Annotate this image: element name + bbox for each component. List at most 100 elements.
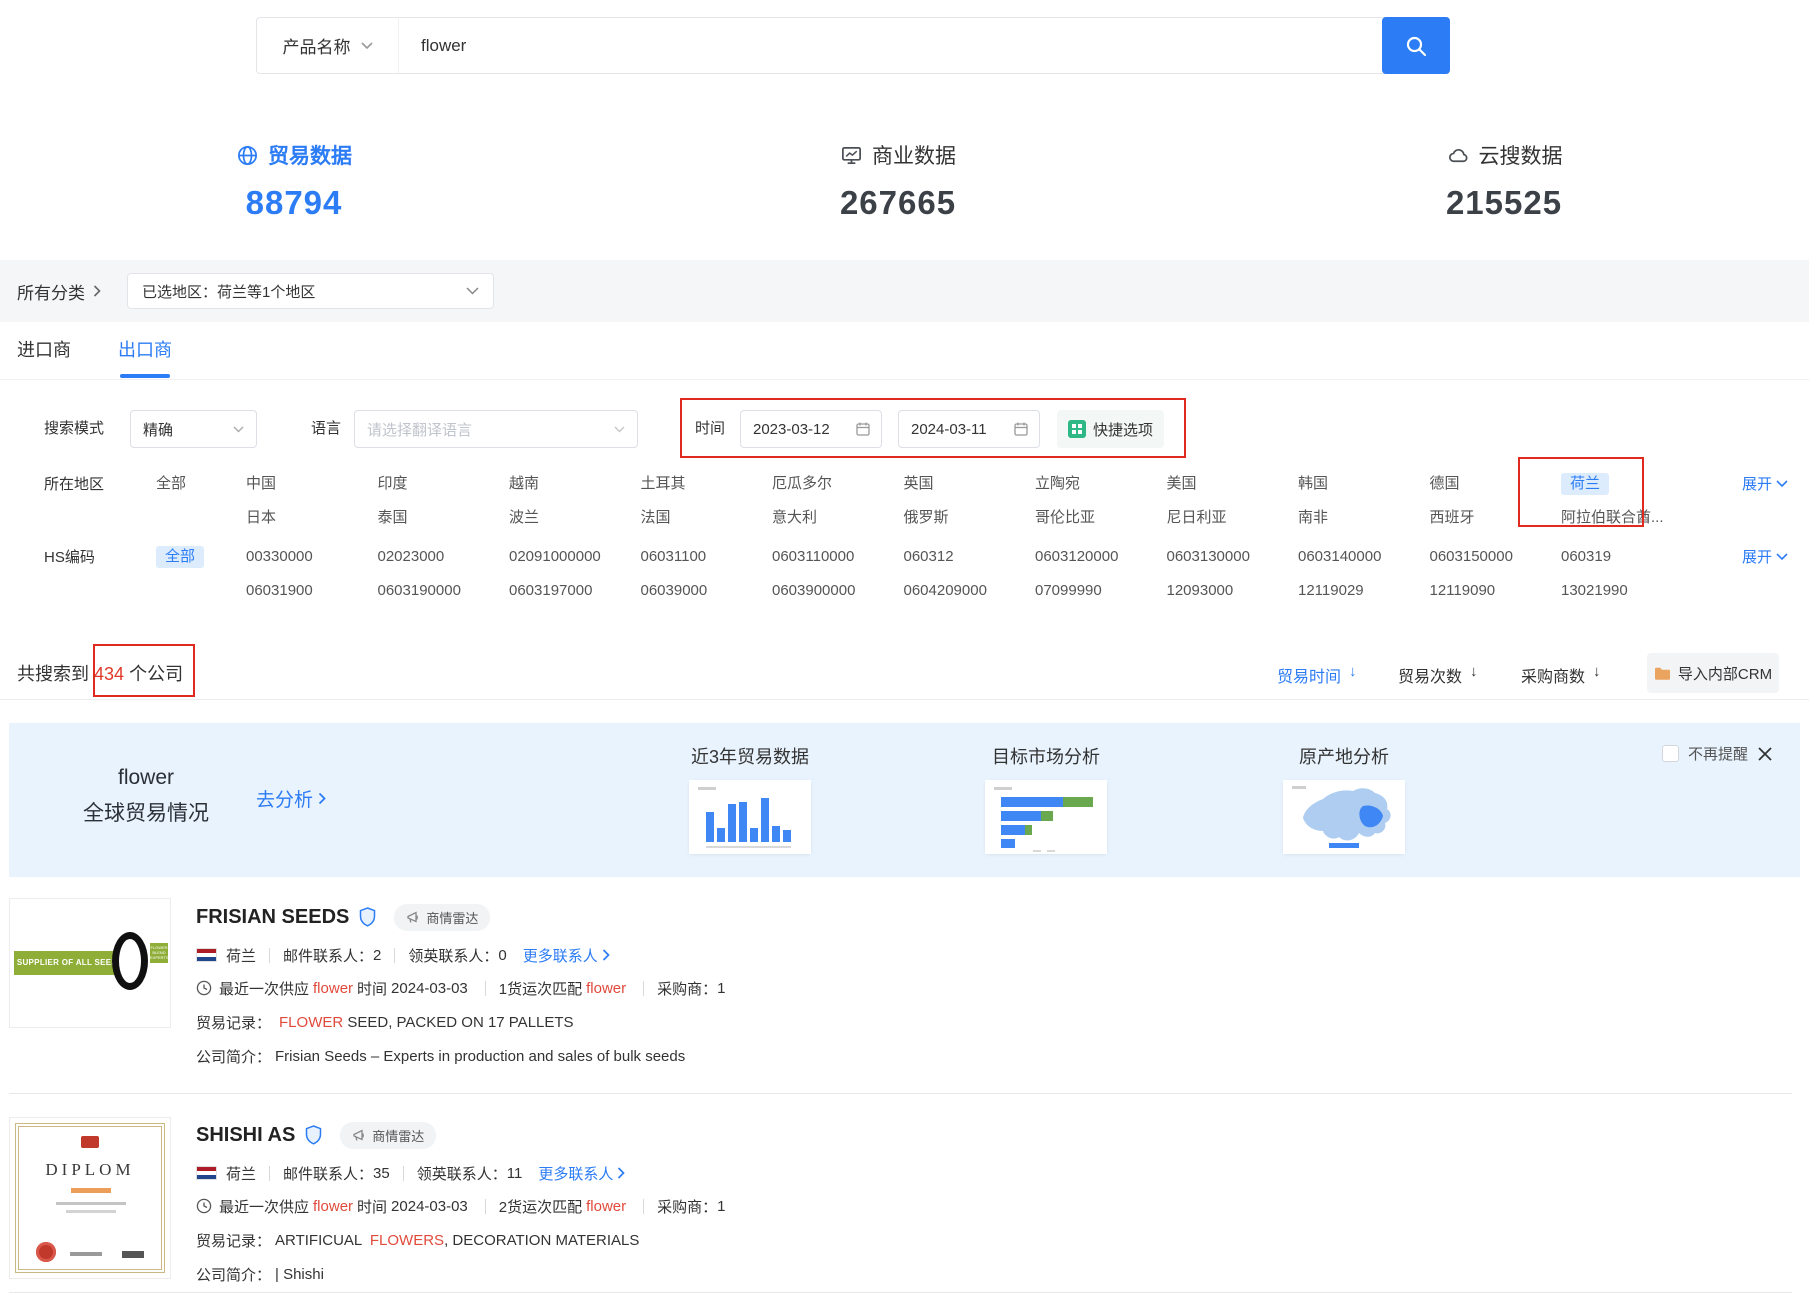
region-option[interactable]: 波兰 [509, 507, 641, 529]
search-button[interactable] [1382, 17, 1450, 74]
breadcrumb-all-categories[interactable]: 所有分类 [17, 279, 101, 304]
hscode-option[interactable]: 13021990 [1561, 580, 1693, 602]
company-name[interactable]: SHISHI AS [196, 1124, 295, 1147]
hscode-option[interactable]: 060319 [1561, 546, 1693, 568]
hscode-option-all[interactable]: 全部 [156, 546, 204, 568]
trade-record-highlight: FLOWER [279, 1014, 343, 1031]
arrow-down-icon: ↓ [1470, 663, 1478, 687]
region-option[interactable]: 荷兰 [1561, 473, 1609, 495]
company-country: 荷兰 [226, 1163, 256, 1184]
region-option[interactable]: 印度 [378, 473, 510, 495]
search-type-dropdown[interactable]: 产品名称 [257, 18, 399, 73]
hscode-option[interactable]: 0603150000 [1430, 546, 1562, 568]
cloud-icon [1446, 144, 1470, 167]
region-option[interactable]: 厄瓜多尔 [772, 473, 904, 495]
sort-trade-count[interactable]: 贸易次数↓ [1398, 663, 1478, 687]
hscode-option[interactable]: 06031900 [246, 580, 378, 602]
tab-exporters[interactable]: 出口商 [118, 336, 172, 378]
hscode-option[interactable]: 0603140000 [1298, 546, 1430, 568]
tab-business-data[interactable]: 商业数据 267665 [738, 140, 1058, 222]
region-option[interactable]: 日本 [246, 507, 378, 529]
company-logo[interactable]: DIPLOM [9, 1117, 171, 1279]
import-crm-button[interactable]: 导入内部CRM [1647, 653, 1779, 693]
region-option[interactable]: 韩国 [1298, 473, 1430, 495]
hscode-option[interactable]: 12119090 [1430, 580, 1562, 602]
region-option[interactable]: 法国 [641, 507, 773, 529]
dismiss-label: 不再提醒 [1688, 743, 1748, 764]
hscode-option[interactable]: 0604209000 [904, 580, 1036, 602]
search-input[interactable] [399, 18, 1382, 73]
region-option-all[interactable]: 全部 [156, 473, 246, 495]
tab-importers[interactable]: 进口商 [17, 336, 71, 378]
region-option[interactable]: 中国 [246, 473, 378, 495]
dismiss-block: 不再提醒 [1662, 743, 1773, 764]
selected-region-dropdown[interactable]: 已选地区：荷兰等1个地区 [127, 273, 494, 309]
megaphone-icon [352, 1129, 366, 1142]
hscode-option[interactable]: 02091000000 [509, 546, 641, 568]
hscode-option[interactable]: 0603190000 [378, 580, 510, 602]
region-option[interactable]: 土耳其 [641, 473, 773, 495]
region-option[interactable]: 德国 [1430, 473, 1562, 495]
hscode-option[interactable]: 06031100 [641, 546, 773, 568]
email-contacts-label: 邮件联系人： [283, 945, 373, 966]
shipment-keyword: flower [586, 980, 626, 997]
region-option[interactable]: 美国 [1167, 473, 1299, 495]
region-option[interactable]: 俄罗斯 [904, 507, 1036, 529]
trade-record-label: 贸易记录： [196, 1230, 271, 1251]
language-select[interactable]: 请选择翻译语言 [354, 410, 638, 448]
region-expand-link[interactable]: 展开 [1742, 473, 1788, 494]
hscode-option[interactable]: 00330000 [246, 546, 378, 568]
sort-buyer-count[interactable]: 采购商数↓ [1521, 663, 1601, 687]
tab-trade-data[interactable]: 贸易数据 88794 [134, 140, 454, 222]
calendar-icon [855, 421, 871, 437]
region-option[interactable]: 意大利 [772, 507, 904, 529]
region-option[interactable]: 越南 [509, 473, 641, 495]
sort-trade-time[interactable]: 贸易时间↓ [1277, 663, 1357, 687]
region-options: 全部 中国印度越南土耳其厄瓜多尔英国立陶宛美国韩国德国荷兰日本泰国波兰法国意大利… [156, 473, 1693, 529]
hscode-option[interactable]: 0603110000 [772, 546, 904, 568]
arrow-down-icon: ↓ [1593, 663, 1601, 687]
command-icon [1068, 420, 1086, 438]
company-name[interactable]: FRISIAN SEEDS [196, 906, 349, 929]
chevron-right-icon [602, 949, 610, 961]
region-option[interactable]: 阿拉伯联合酋... [1561, 507, 1693, 529]
close-icon[interactable] [1757, 746, 1773, 762]
company-logo[interactable]: SUPPLIER OF ALL SEEDS FLOWER BLEND EXPER… [9, 898, 171, 1028]
start-date-input[interactable]: 2023-03-12 [740, 410, 882, 448]
arrow-down-icon: ↓ [1349, 663, 1357, 687]
hscode-option[interactable]: 0603120000 [1035, 546, 1167, 568]
card-trade-3yr[interactable]: 近3年贸易数据 [665, 743, 835, 854]
quick-options-button[interactable]: 快捷选项 [1057, 410, 1164, 448]
shipment-match: 2货运次匹配 [499, 1196, 582, 1217]
more-contacts-link[interactable]: 更多联系人 [538, 1163, 625, 1184]
region-option[interactable]: 尼日利亚 [1167, 507, 1299, 529]
hscode-option[interactable]: 06039000 [641, 580, 773, 602]
tab-cloud-search-data[interactable]: 云搜数据 215525 [1344, 140, 1664, 222]
hscode-option[interactable]: 060312 [904, 546, 1036, 568]
card-origin-analysis[interactable]: 原产地分析 [1259, 743, 1429, 854]
hscode-option[interactable]: 02023000 [378, 546, 510, 568]
hscode-option[interactable]: 0603197000 [509, 580, 641, 602]
hscode-option[interactable]: 0603900000 [772, 580, 904, 602]
hscode-options: 全部 0033000002023000020910000000603110006… [156, 546, 1693, 602]
region-option[interactable]: 哥伦比亚 [1035, 507, 1167, 529]
search-mode-select[interactable]: 精确 [130, 410, 257, 448]
region-option[interactable]: 南非 [1298, 507, 1430, 529]
hscode-option[interactable]: 07099990 [1035, 580, 1167, 602]
region-option[interactable]: 泰国 [378, 507, 510, 529]
card-target-market[interactable]: 目标市场分析 [961, 743, 1131, 854]
region-option[interactable]: 英国 [904, 473, 1036, 495]
region-option[interactable]: 西班牙 [1430, 507, 1562, 529]
hscode-option[interactable]: 12093000 [1167, 580, 1299, 602]
region-option[interactable]: 立陶宛 [1035, 473, 1167, 495]
dismiss-checkbox[interactable] [1662, 745, 1679, 762]
more-contacts-link[interactable]: 更多联系人 [523, 945, 610, 966]
business-radar-badge[interactable]: 商情雷达 [340, 1122, 436, 1149]
hscode-option[interactable]: 0603130000 [1167, 546, 1299, 568]
business-radar-badge[interactable]: 商情雷达 [394, 904, 490, 931]
search-icon [1404, 34, 1428, 58]
hscode-expand-link[interactable]: 展开 [1742, 546, 1788, 567]
end-date-input[interactable]: 2024-03-11 [898, 410, 1040, 448]
go-analyze-link[interactable]: 去分析 [256, 785, 327, 812]
hscode-option[interactable]: 12119029 [1298, 580, 1430, 602]
